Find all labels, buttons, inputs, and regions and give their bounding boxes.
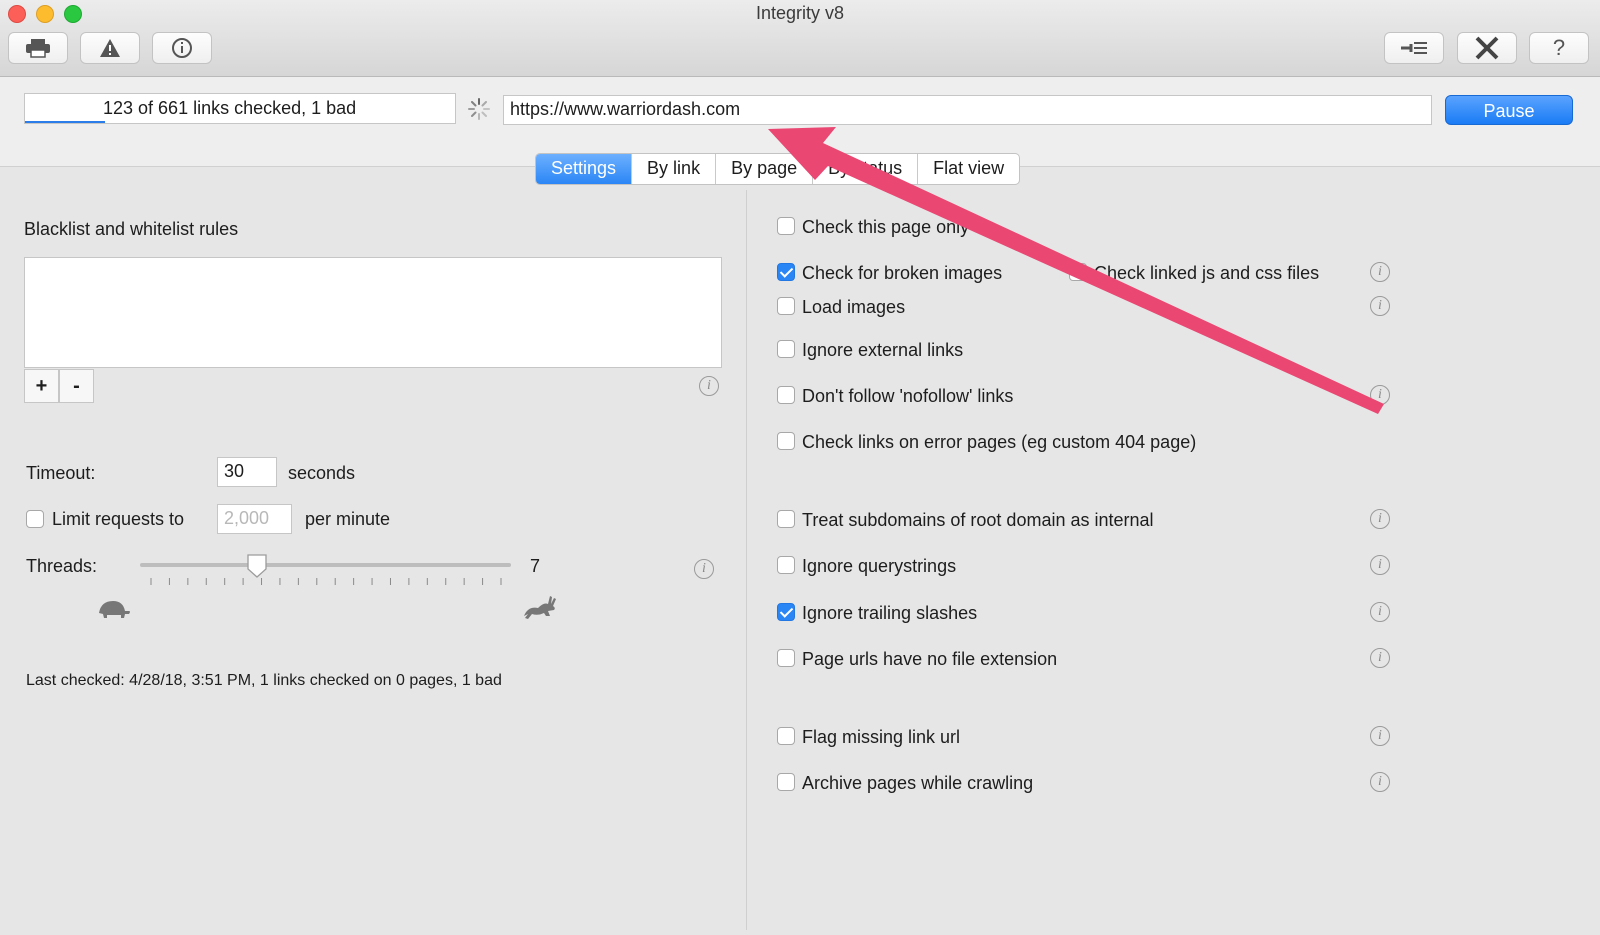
flag-missing-url-checkbox[interactable] [777, 727, 795, 745]
remove-rule-button[interactable]: - [59, 369, 94, 403]
trailing-slashes-info-icon[interactable]: i [1370, 602, 1390, 622]
ignore-trailing-slashes-label: Ignore trailing slashes [802, 603, 978, 623]
threads-slider-track[interactable] [140, 563, 511, 567]
check-broken-images-checkbox[interactable] [777, 263, 795, 281]
last-checked-text: Last checked: 4/28/18, 3:51 PM, 1 links … [26, 672, 502, 689]
timeout-unit: seconds [288, 463, 356, 483]
tab-settings[interactable]: Settings [536, 154, 633, 184]
limit-requests-unit: per minute [305, 509, 391, 529]
no-file-extension-checkbox[interactable] [777, 649, 795, 667]
check-linked-js-css-checkbox[interactable] [1069, 263, 1087, 281]
check-this-page-only-checkbox[interactable] [777, 217, 795, 235]
panel-divider [746, 190, 747, 930]
ignore-external-links-label: Ignore external links [802, 340, 964, 360]
threads-slider-thumb[interactable] [246, 553, 268, 579]
tab-flat-view[interactable]: Flat view [918, 154, 1019, 184]
error-pages-checkbox[interactable] [777, 432, 795, 450]
nofollow-checkbox[interactable] [777, 386, 795, 404]
threads-info-icon[interactable]: i [694, 559, 714, 579]
title-bar: Integrity v8 ? [0, 0, 1600, 77]
subdomains-internal-checkbox[interactable] [777, 510, 795, 528]
progress-status: 123 of 661 links checked, 1 bad [103, 98, 357, 118]
ignore-querystrings-label: Ignore querystrings [802, 556, 957, 576]
check-this-page-only-label: Check this page only [802, 217, 970, 237]
archive-pages-label: Archive pages while crawling [802, 773, 1034, 793]
question-icon: ? [1552, 35, 1566, 60]
subdomains-info-icon[interactable]: i [1370, 509, 1390, 529]
limit-requests-label: Limit requests to [52, 509, 185, 529]
limit-requests-checkbox[interactable] [26, 510, 44, 528]
subdomains-internal-label: Treat subdomains of root domain as inter… [802, 510, 1154, 530]
threads-label: Threads: [26, 556, 98, 576]
add-rule-button[interactable]: + [24, 369, 59, 403]
turtle-icon [99, 601, 130, 618]
url-input[interactable]: https://www.warriordash.com [503, 95, 1432, 125]
check-broken-images-label: Check for broken images [802, 263, 1003, 283]
threads-value: 7 [530, 556, 541, 576]
ignore-querystrings-checkbox[interactable] [777, 556, 795, 574]
spinner-icon [468, 98, 490, 120]
rules-heading: Blacklist and whitelist rules [24, 219, 239, 239]
archive-pages-checkbox[interactable] [777, 773, 795, 791]
ignore-external-links-checkbox[interactable] [777, 340, 795, 358]
tools-button[interactable] [1457, 32, 1517, 64]
tools-icon [1475, 36, 1499, 60]
querystrings-info-icon[interactable]: i [1370, 555, 1390, 575]
info-button[interactable] [152, 32, 212, 64]
error-pages-label: Check links on error pages (eg custom 40… [802, 432, 1197, 452]
timeout-input[interactable]: 30 [217, 457, 277, 487]
progress-bar [25, 121, 105, 123]
wrench-list-icon [1401, 42, 1427, 54]
limit-requests-input[interactable]: 2,000 [217, 504, 292, 534]
load-images-info-icon[interactable]: i [1370, 296, 1390, 316]
info-icon [172, 38, 192, 58]
load-images-checkbox[interactable] [777, 297, 795, 315]
tab-by-page[interactable]: By page [716, 154, 814, 184]
print-button[interactable] [8, 32, 68, 64]
archive-info-icon[interactable]: i [1370, 772, 1390, 792]
progress-field: 123 of 661 links checked, 1 bad [24, 93, 456, 124]
threads-slider-ticks [150, 578, 502, 585]
tab-by-status[interactable]: By status [813, 154, 919, 184]
tab-by-link[interactable]: By link [632, 154, 717, 184]
nofollow-label: Don't follow 'nofollow' links [802, 386, 1014, 406]
missing-url-info-icon[interactable]: i [1370, 726, 1390, 746]
check-linked-js-css-label: Check linked js and css files [1094, 263, 1320, 283]
pause-button[interactable]: Pause [1445, 95, 1573, 125]
load-images-label: Load images [802, 297, 906, 317]
window-title: Integrity v8 [755, 3, 845, 23]
timeout-label: Timeout: [26, 463, 96, 483]
filter-settings-button[interactable] [1384, 32, 1444, 64]
no-file-extension-label: Page urls have no file extension [802, 649, 1058, 669]
js-css-info-icon[interactable]: i [1370, 262, 1390, 282]
ignore-trailing-slashes-checkbox[interactable] [777, 603, 795, 621]
rules-info-icon[interactable]: i [699, 376, 719, 396]
nofollow-info-icon[interactable]: i [1370, 385, 1390, 405]
view-tabs: Settings By link By page By status Flat … [535, 153, 1021, 185]
warning-button[interactable] [80, 32, 140, 64]
flag-missing-url-label: Flag missing link url [802, 727, 961, 747]
printer-icon [26, 39, 50, 58]
rabbit-icon [524, 596, 556, 619]
help-button[interactable]: ? [1529, 32, 1589, 64]
rules-list[interactable] [24, 257, 722, 368]
file-extension-info-icon[interactable]: i [1370, 648, 1390, 668]
warning-icon [100, 39, 120, 57]
